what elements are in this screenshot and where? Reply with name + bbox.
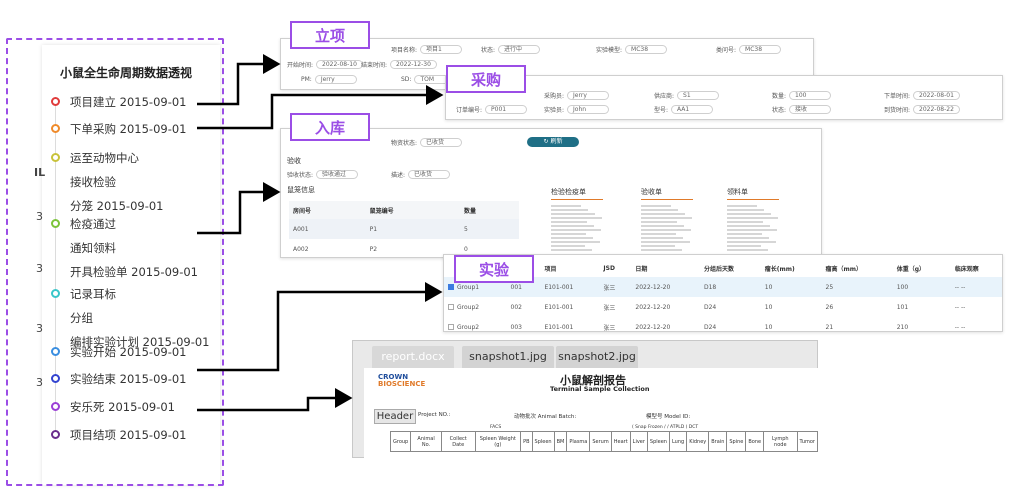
connector-arrows <box>197 54 444 412</box>
